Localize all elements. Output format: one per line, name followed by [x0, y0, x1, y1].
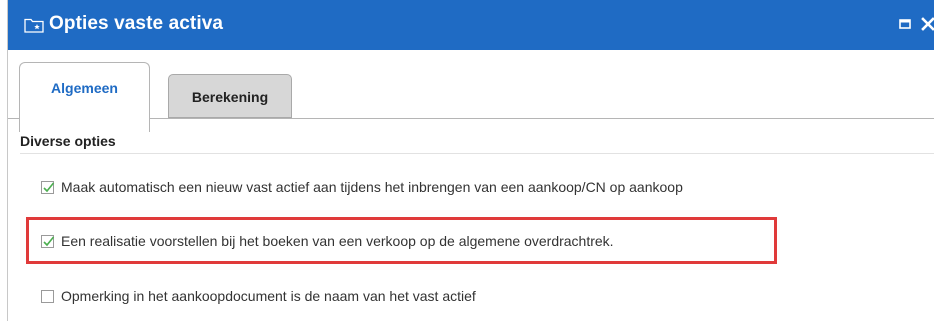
- option-remark-as-asset-name[interactable]: Opmerking in het aankoopdocument is de n…: [41, 286, 476, 306]
- option-propose-realisation[interactable]: Een realisatie voorstellen bij het boeke…: [41, 231, 614, 251]
- checkbox-checked[interactable]: [41, 234, 55, 248]
- folder-star-icon: [24, 17, 44, 33]
- options-dialog: Opties vaste activa Algemeen Berekening …: [7, 0, 934, 321]
- close-button[interactable]: [919, 15, 934, 33]
- maximize-button[interactable]: [896, 15, 914, 33]
- checkmark-icon: [43, 235, 55, 246]
- maximize-icon: [899, 19, 911, 29]
- checkmark-icon: [43, 181, 55, 192]
- tab-label: Algemeen: [51, 80, 118, 96]
- title-bar[interactable]: Opties vaste activa: [8, 0, 934, 50]
- option-label: Maak automatisch een nieuw vast actief a…: [61, 179, 683, 195]
- section-title: Diverse opties: [20, 133, 116, 149]
- tab-strip: Algemeen Berekening: [8, 50, 934, 132]
- close-icon: [921, 17, 934, 31]
- section-divider: [20, 153, 934, 154]
- tab-berekening[interactable]: Berekening: [168, 74, 292, 118]
- checkbox-unchecked[interactable]: [41, 289, 54, 303]
- tab-algemeen[interactable]: Algemeen: [19, 62, 150, 132]
- option-label: Opmerking in het aankoopdocument is de n…: [61, 288, 476, 304]
- tab-label: Berekening: [191, 89, 269, 105]
- option-auto-create-asset[interactable]: Maak automatisch een nieuw vast actief a…: [41, 177, 683, 197]
- option-label: Een realisatie voorstellen bij het boeke…: [61, 233, 614, 249]
- checkbox-checked[interactable]: [41, 180, 55, 194]
- window-title: Opties vaste activa: [49, 13, 224, 34]
